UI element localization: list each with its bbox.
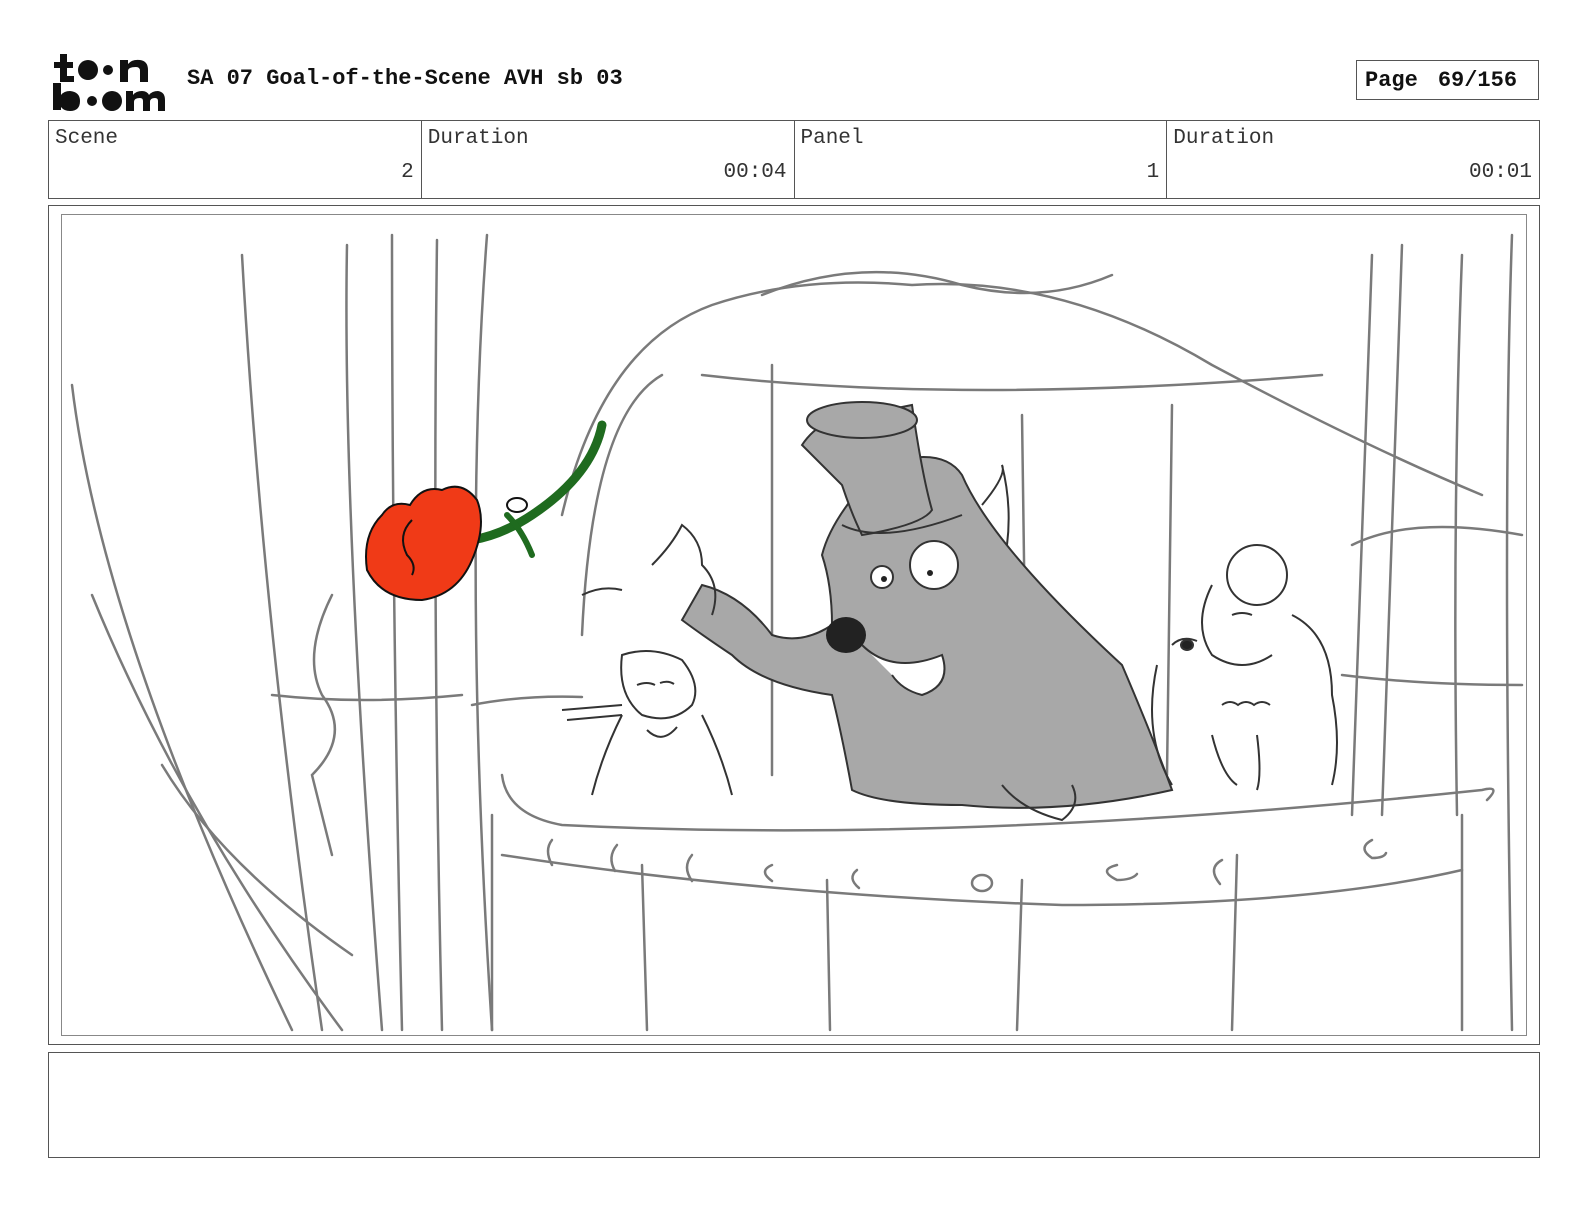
page-number: 69/156 <box>1437 67 1518 93</box>
panel-notes-box <box>48 1052 1540 1158</box>
scene-value: 2 <box>401 161 414 184</box>
panel-value: 1 <box>1146 161 1160 184</box>
rose-illustration <box>365 420 607 602</box>
panel-cell: Panel 1 <box>795 121 1168 198</box>
panel-duration-label: Duration <box>1173 127 1275 150</box>
scene-info-row: Scene 2 Duration 00:04 Panel 1 Duration … <box>48 120 1540 199</box>
page-label: Page <box>1365 67 1418 93</box>
bunny-character <box>561 650 733 796</box>
scene-duration-value: 00:04 <box>723 161 787 184</box>
storyboard-panel <box>48 205 1540 1045</box>
wolf-character <box>581 401 1174 822</box>
panel-label: Panel <box>800 127 864 150</box>
storyboard-sketch <box>70 233 1524 1032</box>
page-indicator: Page 69/156 <box>1356 60 1539 100</box>
right-curtain <box>1350 253 1374 817</box>
document-title: SA 07 Goal-of-the-Scene AVH sb 03 <box>187 66 623 91</box>
toon-boom-logo <box>53 54 165 111</box>
panel-duration-cell: Duration 00:01 <box>1167 121 1539 198</box>
scene-cell: Scene 2 <box>49 121 422 198</box>
scene-label: Scene <box>55 127 119 150</box>
scene-duration-label: Duration <box>427 127 529 150</box>
panel-drawing-frame <box>61 214 1527 1036</box>
panel-duration-value: 00:01 <box>1468 161 1532 184</box>
scene-duration-cell: Duration 00:04 <box>422 121 795 198</box>
poodle-character <box>1151 544 1338 791</box>
